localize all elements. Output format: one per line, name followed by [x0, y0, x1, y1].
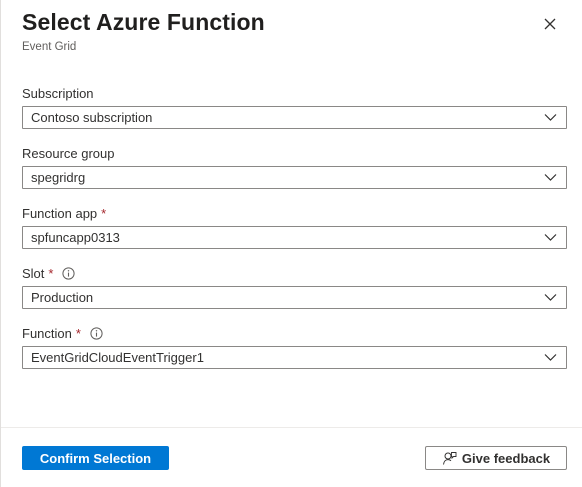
chevron-down-icon	[544, 293, 557, 302]
info-icon[interactable]	[90, 327, 103, 340]
function-label: Function *	[22, 326, 103, 341]
panel-subtitle: Event Grid	[22, 41, 77, 53]
chevron-down-icon	[544, 173, 557, 182]
give-feedback-button[interactable]: Give feedback	[425, 446, 567, 470]
slot-label: Slot *	[22, 266, 76, 281]
function-app-value: spfuncapp0313	[31, 230, 120, 245]
subscription-label: Subscription	[22, 86, 94, 101]
function-label-text: Function	[22, 326, 72, 341]
subscription-value: Contoso subscription	[31, 110, 153, 125]
chevron-down-icon	[544, 233, 557, 242]
slot-label-text: Slot	[22, 266, 45, 281]
function-app-label: Function app *	[22, 206, 106, 221]
feedback-person-icon	[442, 451, 457, 466]
chevron-down-icon	[544, 353, 557, 362]
close-button[interactable]	[539, 13, 561, 35]
required-marker: *	[48, 266, 54, 281]
subscription-label-text: Subscription	[22, 86, 94, 101]
give-feedback-label: Give feedback	[461, 450, 551, 466]
resource-group-dropdown[interactable]: spegridrg	[22, 166, 567, 189]
resource-group-label: Resource group	[22, 146, 115, 161]
function-app-label-text: Function app	[22, 206, 98, 221]
function-dropdown[interactable]: EventGridCloudEventTrigger1	[22, 346, 567, 369]
confirm-selection-button[interactable]: Confirm Selection	[22, 446, 169, 470]
slot-dropdown[interactable]: Production	[22, 286, 567, 309]
chevron-down-icon	[544, 113, 557, 122]
close-icon	[544, 18, 556, 30]
panel-title: Select Azure Function	[22, 9, 265, 35]
slot-value: Production	[31, 290, 94, 305]
function-app-dropdown[interactable]: spfuncapp0313	[22, 226, 567, 249]
info-icon[interactable]	[62, 267, 76, 280]
resource-group-label-text: Resource group	[22, 146, 115, 161]
required-marker: *	[101, 206, 107, 221]
function-value: EventGridCloudEventTrigger1	[31, 350, 204, 365]
resource-group-value: spegridrg	[31, 170, 86, 185]
subscription-dropdown[interactable]: Contoso subscription	[22, 106, 567, 129]
select-azure-function-panel: Select Azure Function Event Grid Subscri…	[0, 0, 582, 487]
footer-divider	[1, 427, 582, 428]
required-marker: *	[75, 326, 81, 341]
